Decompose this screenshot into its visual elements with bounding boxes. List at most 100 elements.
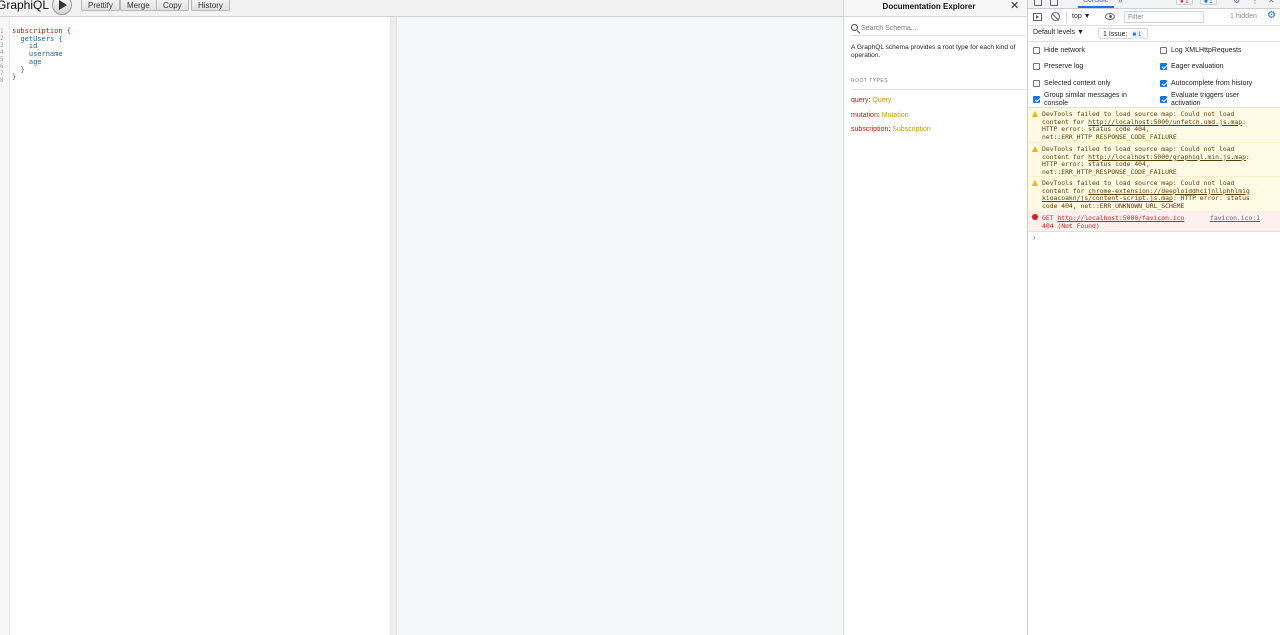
warning-icon [1032,180,1038,186]
devtools-panel: Console » ● 1 ■ 1 ⚙ ⋮ ✕ top ▼ 1 hidden ⚙… [1027,0,1280,635]
error-count: 1 [1185,0,1189,5]
setting-label: Preserve log [1044,63,1084,70]
console-warning-message: DevTools failed to load source map: Coul… [1028,108,1280,143]
checkbox[interactable] [1160,80,1167,87]
line-number: 2 [0,35,4,42]
console-prompt[interactable]: › [1033,233,1036,242]
devtools-tab-bar: Console » ● 1 ■ 1 ⚙ ⋮ ✕ [1028,0,1280,9]
eye-icon[interactable] [1105,13,1115,20]
merge-button[interactable]: Merge [120,0,157,11]
root-type-link[interactable]: Query [872,97,891,104]
issues-label: 1 Issue: [1103,31,1128,38]
close-icon[interactable]: ✕ [1010,0,1019,12]
graphiql-pane: GraphiQL Prettify Merge Copy History 1 2… [0,0,843,635]
schema-search [851,22,1026,36]
console-settings: Hide network Preserve log Selected conte… [1028,42,1280,108]
message-text: : [1245,152,1250,161]
root-field-name: query [851,97,869,104]
error-count-badge[interactable]: ● 1 [1176,0,1193,5]
line-number: 7 [0,70,4,77]
history-button[interactable]: History [191,0,230,11]
message-line: code 404, net::ERR_UNKNOWN_URL_SCHEME [1042,201,1275,211]
console-levels-bar: Default levels ▼ 1 Issue: ■ 1 [1028,26,1280,42]
setting-label: Selected context only [1044,80,1111,87]
code-token: } [20,65,25,74]
app-root: GraphiQL Prettify Merge Copy History 1 2… [0,0,1280,635]
error-icon [1032,214,1038,220]
checkbox[interactable] [1033,80,1040,87]
line-number: 1 [0,28,4,35]
root-field-name: mutation [851,112,878,119]
checkbox[interactable] [1033,96,1040,103]
schema-description: A GraphQL schema provides a root type fo… [851,44,1016,59]
schema-search-input[interactable] [861,22,1021,34]
log-levels-dropdown[interactable]: Default levels ▼ [1033,29,1084,36]
gear-icon[interactable]: ⚙ [1233,0,1240,5]
code-token: } [12,73,17,82]
issues-button[interactable]: 1 Issue: ■ 1 [1098,28,1149,39]
line-number: 5 [0,56,4,63]
device-toggle-icon[interactable] [1050,0,1058,6]
close-icon[interactable]: ✕ [1268,0,1275,5]
warning-icon [1032,111,1038,117]
graphiql-toolbar: GraphiQL Prettify Merge Copy History [0,0,843,17]
message-text: code 404, net::ERR_UNKNOWN_URL_SCHEME [1042,201,1185,210]
doc-explorer-header: Documentation Explorer ✕ [844,0,1028,17]
root-type-query: query: Query [851,97,892,104]
copy-button[interactable]: Copy [156,0,189,11]
console-warning-message: DevTools failed to load source map: Coul… [1028,177,1280,212]
issues-count-badge: ■ 1 [1130,31,1144,39]
app-title: GraphiQL [0,0,50,12]
checkbox[interactable] [1033,47,1040,54]
checkbox[interactable] [1160,47,1167,54]
console-error-message: GET http://localhost:5000/favicon.ico 404… [1028,212,1280,232]
more-tabs-icon[interactable]: » [1118,0,1122,5]
line-number: 6 [0,63,4,70]
execute-query-button[interactable] [52,0,72,15]
root-type-link[interactable]: Subscription [892,126,931,133]
message-source-link[interactable]: favicon.ico:1 [1210,214,1260,223]
kebab-menu-icon[interactable]: ⋮ [1251,0,1259,5]
setting-label: Eager evaluation [1171,63,1224,70]
message-text: : HTTP error: status [1172,194,1250,203]
setting-label: Group similar messages in console [1044,92,1127,107]
message-count-badge[interactable]: ■ 1 [1200,0,1217,5]
tab-console[interactable]: Console [1078,0,1114,8]
context-selector[interactable]: top ▼ [1072,13,1091,20]
prettify-button[interactable]: Prettify [81,0,120,11]
root-type-subscription: subscription: Subscription [851,126,931,133]
message-text: : [1242,117,1246,126]
root-type-mutation: mutation: Mutation [851,112,909,119]
play-icon [59,0,67,10]
checkbox[interactable] [1033,63,1040,70]
query-editor[interactable]: 1 2 3 4 5 6 7 8 subscription { getUsers … [0,17,390,635]
message-line: 404 (Not Found) [1042,221,1275,231]
message-text: net::ERR_HTTP_RESPONSE_CODE_FAILURE [1042,167,1177,176]
root-field-name: subscription [851,126,889,133]
checkbox[interactable] [1160,63,1167,70]
setting-label: Log XMLHttpRequests [1171,47,1242,54]
clear-console-icon[interactable] [1051,12,1060,21]
search-icon [851,24,858,31]
setting-label: Evaluate triggers user activation [1171,92,1240,107]
editor-result-splitter[interactable] [390,17,397,635]
line-number: 3 [0,42,4,49]
inspect-element-icon[interactable] [1034,0,1042,6]
root-type-link[interactable]: Mutation [882,112,909,119]
message-text: 404 (Not Found) [1042,221,1100,230]
setting-label: Autocomplete from history [1171,80,1253,87]
console-warning-message: DevTools failed to load source map: Coul… [1028,143,1280,177]
toolbar-divider [1066,12,1067,23]
hidden-messages-count: 1 hidden [1230,13,1257,20]
sidebar-toggle-icon[interactable] [1033,13,1042,21]
line-number-gutter: 1 2 3 4 5 6 7 8 [0,17,10,635]
message-line: net::ERR_HTTP_RESPONSE_CODE_FAILURE [1042,133,1275,142]
doc-explorer-title: Documentation Explorer [882,2,976,11]
warning-icon [1032,146,1038,152]
console-filter-input[interactable] [1124,11,1204,23]
code-token: age [28,57,42,66]
checkbox[interactable] [1160,96,1167,103]
documentation-explorer: Documentation Explorer ✕ A GraphQL schem… [843,0,1028,635]
result-pane [397,17,843,635]
console-settings-gear-icon[interactable]: ⚙ [1267,10,1276,21]
